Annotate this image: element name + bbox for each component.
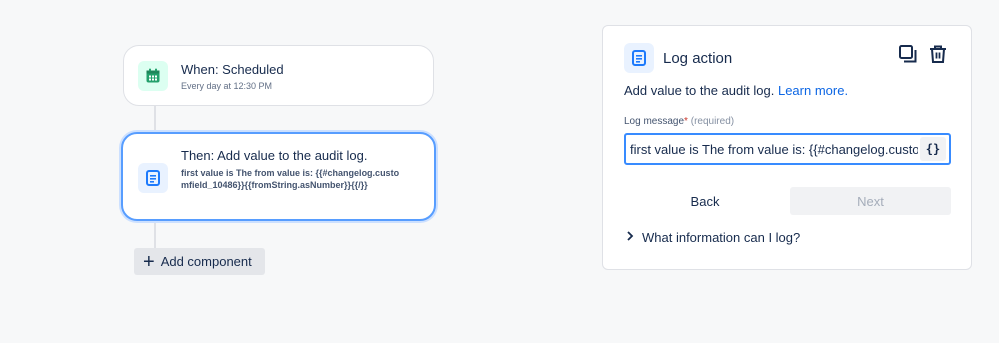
plus-icon: + xyxy=(143,250,155,273)
log-message-field: {} xyxy=(624,133,951,165)
log-info-expander[interactable]: What information can I log? xyxy=(626,230,800,245)
next-button[interactable]: Next xyxy=(790,187,951,215)
panel-description: Add value to the audit log. Learn more. xyxy=(624,83,848,98)
document-icon xyxy=(624,43,654,73)
log-message-input[interactable] xyxy=(626,141,918,157)
description-text: Add value to the audit log. xyxy=(624,83,775,98)
action-title: Then: Add value to the audit log. xyxy=(181,148,368,163)
trigger-title: When: Scheduled xyxy=(181,62,284,77)
chevron-right-icon xyxy=(626,231,634,244)
log-action-panel: Log action Add value to the audit log. L… xyxy=(602,25,972,270)
log-message-label-text: Log message xyxy=(624,116,685,127)
expander-label: What information can I log? xyxy=(642,230,801,245)
copy-icon[interactable] xyxy=(897,43,919,65)
panel-title: Log action xyxy=(663,49,733,67)
smart-value-button[interactable]: {} xyxy=(920,137,946,161)
action-detail: first value is The from value is: {{#cha… xyxy=(181,168,400,190)
learn-more-link[interactable]: Learn more. xyxy=(778,83,848,98)
trigger-node[interactable]: When: Scheduled Every day at 12:30 PM xyxy=(123,45,434,106)
flow-connector-bottom xyxy=(154,221,156,248)
calendar-icon xyxy=(138,61,168,91)
back-button[interactable]: Back xyxy=(624,187,786,215)
required-hint: (required) xyxy=(690,116,735,127)
panel-header: Log action xyxy=(624,43,732,73)
trash-icon[interactable] xyxy=(927,43,949,65)
action-node[interactable]: Then: Add value to the audit log. first … xyxy=(121,132,436,221)
trigger-subtitle: Every day at 12:30 PM xyxy=(181,81,273,91)
flow-connector-top xyxy=(154,106,156,132)
document-icon xyxy=(138,163,168,193)
add-component-label: Add component xyxy=(160,254,252,269)
add-component-button[interactable]: + Add component xyxy=(134,248,265,275)
log-message-label: Log message* (required) xyxy=(624,116,734,127)
required-marker: * xyxy=(684,116,688,127)
